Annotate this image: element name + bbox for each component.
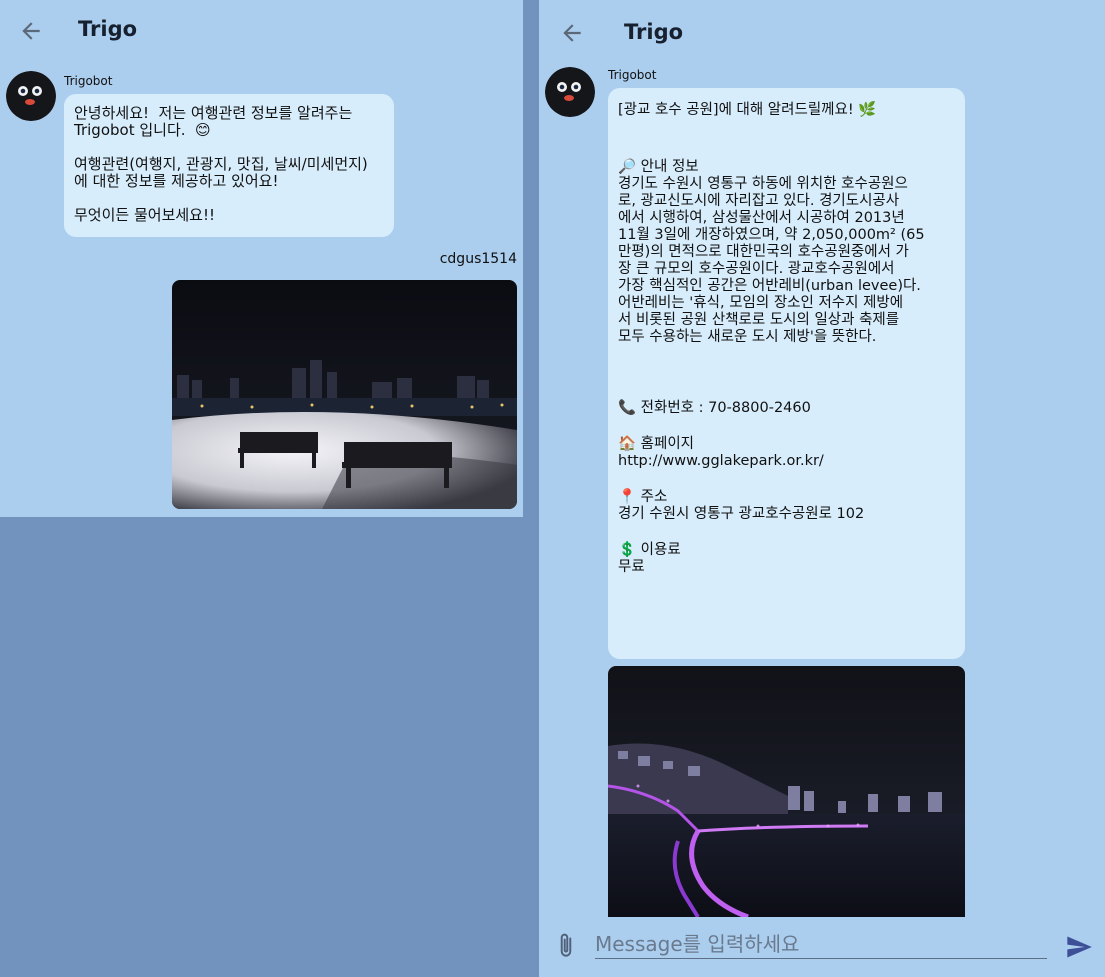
fee-label: 💲 이용료 [618, 542, 681, 558]
top-app-bar: Trigo [0, 0, 523, 62]
bot-message-bubble: [광교 호수 공원]에 대해 알려드릴께요! 🌿 🔎 안내 정보 경기도 수원시… [608, 88, 965, 659]
bot-avatar[interactable] [545, 67, 595, 117]
chat-title: Trigo [624, 20, 684, 44]
message-input[interactable] [595, 929, 1047, 959]
right-chat-screen: Trigo Trigobot [광교 호수 공원]에 대해 알려드릴께요! 🌿 … [539, 0, 1105, 977]
lake-park-night-photo [608, 666, 965, 917]
homepage-label: 🏠 홈페이지 [618, 436, 695, 452]
chat-title: Trigo [78, 17, 138, 41]
place-heading: [광교 호수 공원]에 대해 알려드릴께요! 🌿 [618, 102, 877, 118]
address-label: 📍 주소 [618, 489, 668, 505]
phone-text: 📞 전화번호 : 70-8800-2460 [618, 400, 811, 416]
send-icon[interactable] [1065, 933, 1093, 961]
night-park-bench-photo [172, 280, 517, 509]
bot-message-text: 안녕하세요! 저는 여행관련 정보를 알려주는 Trigobot 입니다. 😊 … [74, 104, 368, 224]
bot-avatar-image [545, 67, 595, 117]
address-text: 경기 수원시 영통구 광교호수공원로 102 [618, 506, 865, 522]
bot-message-bubble: 안녕하세요! 저는 여행관련 정보를 알려주는 Trigobot 입니다. 😊 … [64, 94, 394, 237]
info-text: 경기도 수원시 영통구 하동에 위치한 호수공원으 로, 광교신도시에 자리잡고… [618, 176, 925, 345]
message-input-bar [539, 919, 1105, 977]
bot-avatar-image [6, 71, 56, 121]
paperclip-icon[interactable] [553, 931, 579, 961]
user-photo-message[interactable] [172, 280, 517, 509]
left-chat-screen: Trigo Trigobot 안녕하세요! 저는 여행관련 정보를 알려주는 T… [0, 0, 523, 517]
user-name-label: cdgus1514 [439, 251, 517, 267]
bot-sender-name: Trigobot [608, 68, 657, 82]
back-arrow-icon[interactable] [18, 18, 44, 44]
homepage-link[interactable]: http://www.gglakepark.or.kr/ [618, 453, 955, 470]
bot-avatar[interactable] [6, 71, 56, 121]
info-label: 🔎 안내 정보 [618, 159, 699, 175]
bot-sender-name: Trigobot [64, 74, 113, 88]
bot-photo-message[interactable] [608, 666, 965, 917]
top-app-bar: Trigo [539, 0, 1105, 62]
back-arrow-icon[interactable] [559, 20, 585, 46]
fee-text: 무료 [618, 559, 645, 575]
